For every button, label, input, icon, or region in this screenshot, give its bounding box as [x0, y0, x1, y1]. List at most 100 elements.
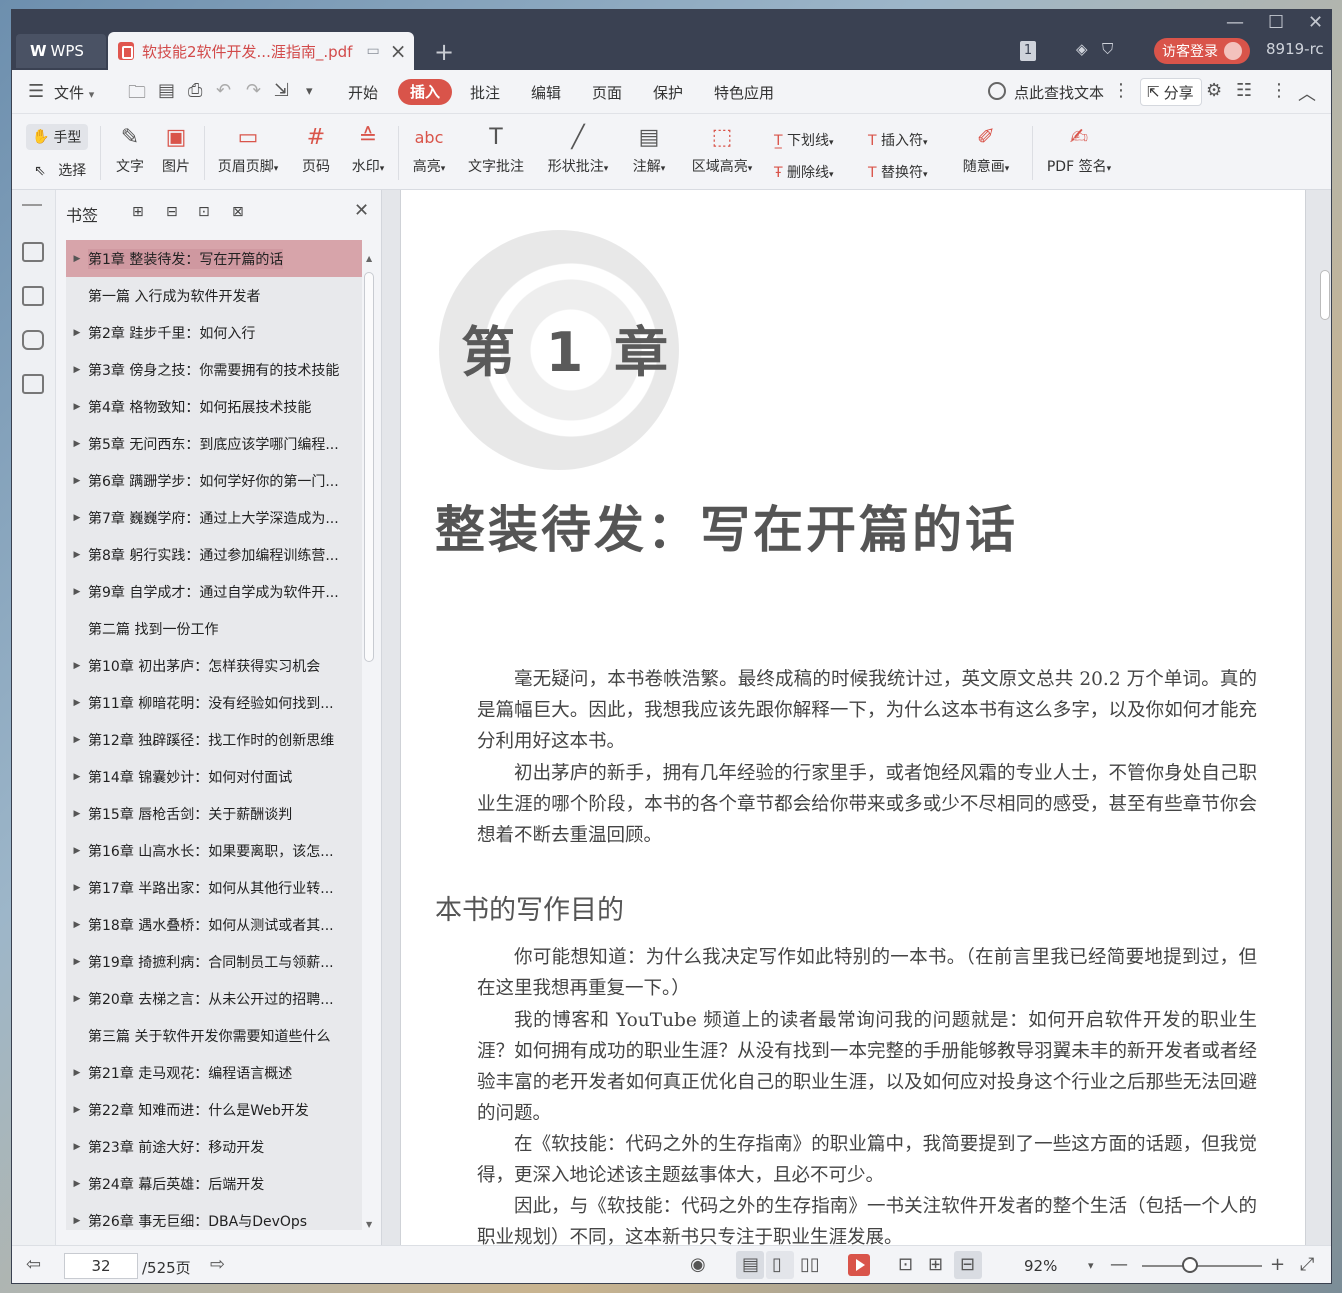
bookmark-item[interactable]: ▶ 第22章 知难而进：什么是Web开发	[66, 1091, 362, 1128]
expand-arrow-icon[interactable]: ▶	[66, 1216, 88, 1226]
document-tab[interactable]: 软技能2软件开发...涯指南_.pdf ▭ ×	[108, 32, 414, 70]
bookmark-item[interactable]: ▶ 第23章 前途大好：移动开发	[66, 1128, 362, 1165]
previous-page-icon[interactable]: ⇦	[26, 1254, 41, 1275]
export-icon[interactable]: ⇲	[274, 80, 289, 101]
close-panel-icon[interactable]: ✕	[354, 200, 369, 221]
page-number-input[interactable]: 32	[64, 1253, 138, 1279]
expand-bookmark-icon[interactable]: ⊡	[198, 204, 210, 220]
bookmark-item[interactable]: ▶ 第26章 事无巨细：DBA与DevOps	[66, 1202, 362, 1230]
expand-arrow-icon[interactable]: ▶	[66, 513, 88, 523]
bookmark-item[interactable]: 第一篇 入行成为软件开发者	[66, 277, 362, 314]
wps-home-tab[interactable]: W WPS	[16, 34, 106, 68]
expand-arrow-icon[interactable]: ▶	[66, 365, 88, 375]
bookmark-item[interactable]: ▶ 第3章 傍身之技：你需要拥有的技术技能	[66, 351, 362, 388]
scroll-up-icon[interactable]: ▲	[366, 254, 372, 263]
insert-image-button[interactable]: ▣ 图片	[158, 124, 194, 176]
drag-handle[interactable]	[22, 204, 42, 206]
menu-page[interactable]: 页面	[592, 82, 622, 103]
bookmark-item[interactable]: ▶ 第7章 巍巍学府：通过上大学深造成为...	[66, 499, 362, 536]
bookmark-item[interactable]: ▶ 第5章 无问西东：到底应该学哪门编程...	[66, 425, 362, 462]
header-footer-button[interactable]: ▭ 页眉页脚▾	[210, 124, 286, 176]
expand-arrow-icon[interactable]: ▶	[66, 1142, 88, 1152]
insert-text-button[interactable]: ✎ 文字	[112, 124, 148, 176]
open-folder-icon[interactable]: 🗀	[128, 80, 146, 110]
expand-arrow-icon[interactable]: ▶	[66, 772, 88, 782]
annotation-list-icon[interactable]	[22, 330, 44, 350]
more-vertical-icon[interactable]: ⋮	[1112, 80, 1130, 101]
bookmark-item[interactable]: ▶ 第14章 锦囊妙计：如何对付面试	[66, 758, 362, 795]
bookmark-item[interactable]: ▶ 第24章 幕后英雄：后端开发	[66, 1165, 362, 1202]
chat-icon[interactable]: ☷	[1236, 80, 1252, 101]
share-button[interactable]: ⇱ 分享	[1140, 78, 1202, 106]
close-tab-icon[interactable]: ×	[390, 39, 407, 63]
bookmark-item[interactable]: ▶ 第18章 遇水叠桥：如何从测试或者其...	[66, 906, 362, 943]
bookmark-panel-icon[interactable]	[22, 242, 44, 262]
bookmark-item[interactable]: ▶ 第9章 自学成才：通过自学成为软件开...	[66, 573, 362, 610]
insert-mark-button[interactable]: T 插入符▾	[868, 130, 928, 150]
bookmark-item[interactable]: ▶ 第21章 走马观花：编程语言概述	[66, 1054, 362, 1091]
fit-page-icon[interactable]: ⊞	[928, 1254, 943, 1275]
expand-arrow-icon[interactable]: ▶	[66, 476, 88, 486]
expand-arrow-icon[interactable]: ▶	[66, 994, 88, 1004]
new-tab-button[interactable]: +	[434, 38, 454, 66]
fullscreen-icon[interactable]: ⤢	[1300, 1254, 1314, 1275]
expand-arrow-icon[interactable]: ▶	[66, 809, 88, 819]
area-highlight-button[interactable]: ⬚ 区域高亮▾	[686, 124, 758, 176]
shape-comment-button[interactable]: ╱ 形状批注▾	[542, 124, 614, 176]
bookmark-item[interactable]: ▶ 第8章 躬行实践：通过参加编程训练营...	[66, 536, 362, 573]
expand-arrow-icon[interactable]: ▶	[66, 587, 88, 597]
zoom-out-icon[interactable]: —	[1110, 1254, 1128, 1275]
bookmark-item[interactable]: ▶ 第2章 跬步千里：如何入行	[66, 314, 362, 351]
freehand-draw-button[interactable]: ✐ 随意画▾	[956, 124, 1016, 176]
bookmark-item[interactable]: ▶ 第17章 半路出家：如何从其他行业转...	[66, 869, 362, 906]
expand-arrow-icon[interactable]: ▶	[66, 1105, 88, 1115]
zoom-level[interactable]: 92%	[1024, 1257, 1057, 1275]
quick-access-dropdown-icon[interactable]: ▾	[306, 84, 313, 99]
bookmark-item[interactable]: ▶ 第4章 格物致知：如何拓展技术技能	[66, 388, 362, 425]
expand-arrow-icon[interactable]: ▶	[66, 254, 88, 264]
search-text-button[interactable]: 点此查找文本	[1014, 82, 1104, 103]
expand-arrow-icon[interactable]: ▶	[66, 920, 88, 930]
bookmark-item[interactable]: ▶ 第12章 独辟蹊径：找工作时的创新思维	[66, 721, 362, 758]
bookmark-item[interactable]: ▶ 第20章 去梯之言：从未公开过的招聘...	[66, 980, 362, 1017]
file-menu[interactable]: 文件 ▾	[54, 82, 94, 103]
bookmark-item[interactable]: ▶ 第10章 初出茅庐：怎样获得实习机会	[66, 647, 362, 684]
strikethrough-button[interactable]: Ŧ 删除线▾	[774, 162, 834, 182]
redo-icon[interactable]: ↷	[246, 80, 261, 101]
zoom-slider-knob[interactable]	[1182, 1257, 1198, 1273]
double-page-icon[interactable]: ▯▯	[800, 1254, 820, 1275]
actual-size-icon[interactable]: ⊡	[898, 1254, 913, 1275]
guest-login-button[interactable]: 访客登录	[1154, 38, 1250, 64]
expand-arrow-icon[interactable]: ▶	[66, 883, 88, 893]
shirt-icon[interactable]: ⛉	[1102, 40, 1113, 58]
image-list-icon[interactable]	[22, 374, 44, 394]
bookmark-item[interactable]: ▶ 第15章 唇枪舌剑：关于薪酬谈判	[66, 795, 362, 832]
bookmark-scrollbar[interactable]	[364, 272, 374, 662]
menu-protect[interactable]: 保护	[653, 82, 683, 103]
menu-insert[interactable]: 插入	[398, 79, 452, 105]
window-count-badge[interactable]: 1	[1020, 41, 1036, 61]
expand-arrow-icon[interactable]: ▶	[66, 735, 88, 745]
highlight-button[interactable]: abc 高亮▾	[408, 124, 450, 176]
thumbnail-icon[interactable]	[22, 286, 44, 306]
bookmark-item[interactable]: ▶ 第11章 柳暗花明：没有经验如何找到...	[66, 684, 362, 721]
minimize-icon[interactable]: —	[1226, 12, 1244, 33]
document-scrollbar[interactable]	[1320, 270, 1330, 320]
text-comment-button[interactable]: T 文字批注	[464, 124, 528, 176]
bookmark-item[interactable]: ▶ 第16章 山高水长：如果要离职，该怎...	[66, 832, 362, 869]
next-page-icon[interactable]: ⇨	[210, 1254, 225, 1275]
hand-tool-button[interactable]: ✋ 手型	[26, 124, 88, 150]
watermark-button[interactable]: ≙ 水印▾	[346, 124, 390, 176]
maximize-icon[interactable]: ☐	[1268, 12, 1284, 33]
play-slideshow-icon[interactable]	[848, 1254, 870, 1276]
eye-protection-icon[interactable]: ◉	[690, 1254, 706, 1275]
expand-arrow-icon[interactable]: ▶	[66, 1068, 88, 1078]
print-icon[interactable]: ⎙	[188, 80, 202, 101]
add-bookmark-icon[interactable]: ⊞	[132, 204, 144, 220]
expand-arrow-icon[interactable]: ▶	[66, 957, 88, 967]
expand-arrow-icon[interactable]: ▶	[66, 1179, 88, 1189]
collapse-ribbon-icon[interactable]: ︿	[1298, 80, 1316, 106]
underline-button[interactable]: T̲ 下划线▾	[774, 130, 834, 150]
bookmark-item[interactable]: 第三篇 关于软件开发你需要知道些什么	[66, 1017, 362, 1054]
zoom-in-icon[interactable]: +	[1270, 1254, 1285, 1275]
